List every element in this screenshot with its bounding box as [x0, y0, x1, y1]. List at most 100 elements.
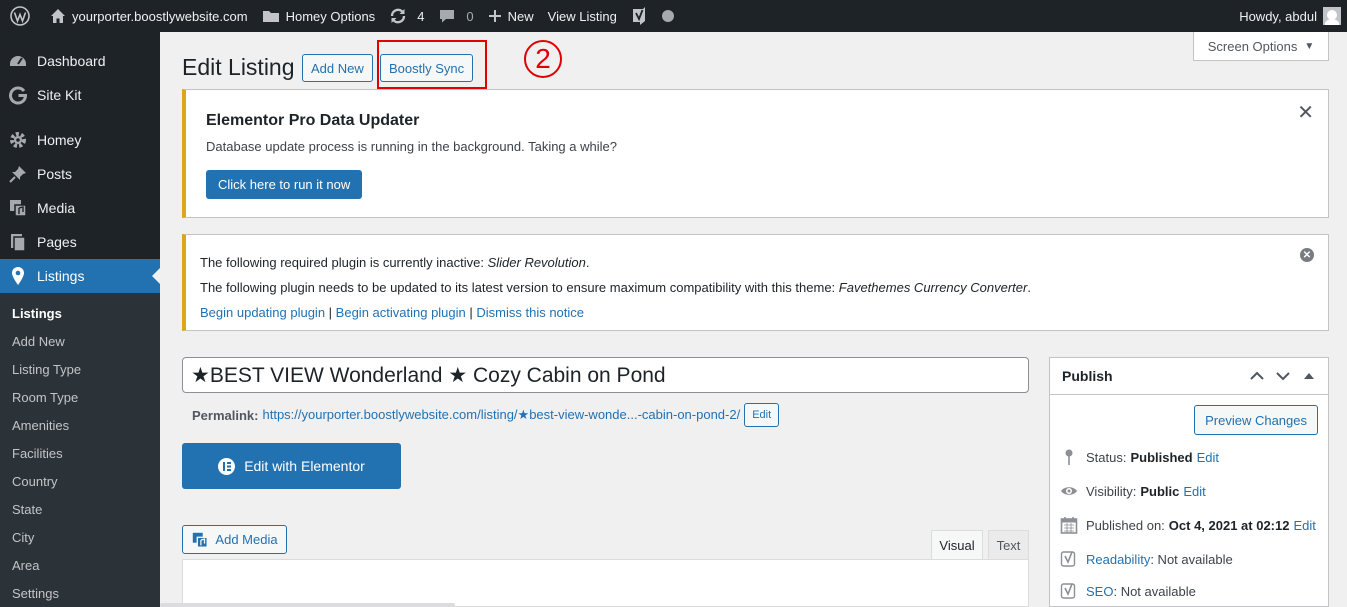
sidebar-item-homey[interactable]: Homey	[0, 123, 160, 157]
step-number-badge: 2	[524, 40, 562, 78]
caret-down-icon: ▼	[1304, 40, 1315, 52]
listings-submenu: Listings Add New Listing Type Room Type …	[0, 293, 160, 607]
submenu-item-listings[interactable]: Listings	[0, 300, 160, 328]
yoast-icon	[1060, 551, 1076, 567]
media-icon	[10, 200, 27, 217]
media-icon	[193, 532, 209, 548]
screen-options-button[interactable]: Screen Options ▼	[1193, 32, 1329, 61]
page-title: Edit Listing	[182, 54, 295, 80]
submenu-item-area[interactable]: Area	[0, 552, 160, 580]
elementor-logo-icon	[218, 457, 236, 475]
permalink-edit-button[interactable]: Edit	[744, 403, 780, 427]
user-greeting: Howdy, abdul	[1239, 8, 1317, 24]
permalink-label: Permalink:	[192, 407, 259, 423]
gear-icon	[10, 132, 26, 148]
plus-icon	[488, 10, 501, 22]
calendar-icon	[1060, 517, 1078, 534]
yoast-icon	[1060, 583, 1076, 599]
seo-link[interactable]: SEO	[1086, 584, 1113, 599]
avatar	[1323, 7, 1341, 25]
notice-title: Elementor Pro Data Updater	[206, 112, 420, 129]
readability-row: Readability: Not available	[1060, 550, 1233, 568]
add-new-button[interactable]: Add New	[302, 54, 373, 82]
notice-line-update: The following plugin needs to be updated…	[200, 280, 1031, 295]
sidebar-item-posts[interactable]: Posts	[0, 157, 160, 191]
refresh-icon	[390, 8, 406, 24]
edit-date-link[interactable]: Edit	[1293, 518, 1315, 533]
pin-icon	[1065, 449, 1073, 465]
admin-sidebar: Dashboard Site Kit Homey Posts Media Pag…	[0, 32, 160, 607]
permalink: Permalink: https://yourporter.boostlyweb…	[192, 403, 780, 427]
dismiss-notice-link[interactable]: Dismiss this notice	[476, 305, 584, 320]
submenu-item-settings[interactable]: Settings	[0, 580, 160, 607]
status-row: Status: Published Edit	[1060, 448, 1219, 466]
comment-icon	[440, 10, 455, 23]
run-update-button[interactable]: Click here to run it now	[206, 170, 363, 199]
site-name-link[interactable]: yourporter.boostlywebsite.com	[43, 0, 255, 32]
readability-link[interactable]: Readability	[1086, 552, 1150, 567]
content-editor[interactable]	[182, 559, 1029, 607]
folder-icon	[262, 11, 279, 22]
published-on-row: Published on: Oct 4, 2021 at 02:12 Edit	[1060, 516, 1316, 534]
dashboard-icon	[10, 56, 26, 66]
google-g-icon	[9, 86, 28, 105]
preview-changes-button[interactable]: Preview Changes	[1194, 405, 1318, 435]
submenu-item-city[interactable]: City	[0, 524, 160, 552]
sidebar-item-pages[interactable]: Pages	[0, 225, 160, 259]
post-title-input[interactable]: ★BEST VIEW Wonderland ★ Cozy Cabin on Po…	[182, 357, 1029, 393]
seo-status-dot-icon	[660, 0, 681, 32]
submenu-item-state[interactable]: State	[0, 496, 160, 524]
close-icon[interactable]: ✕	[1297, 100, 1314, 125]
publish-box-header: Publish	[1050, 358, 1328, 395]
submenu-item-listing-type[interactable]: Listing Type	[0, 356, 160, 384]
notice-line-inactive: The following required plugin is current…	[200, 255, 590, 270]
sidebar-item-dashboard[interactable]: Dashboard	[0, 44, 160, 78]
elementor-update-notice: Elementor Pro Data Updater Database upda…	[182, 89, 1329, 218]
begin-updating-link[interactable]: Begin updating plugin	[200, 305, 325, 320]
sidebar-item-media[interactable]: Media	[0, 191, 160, 225]
publish-box: Publish Preview Changes Status: Published…	[1049, 357, 1329, 607]
begin-activating-link[interactable]: Begin activating plugin	[336, 305, 466, 320]
submenu-item-room-type[interactable]: Room Type	[0, 384, 160, 412]
pages-icon	[11, 234, 26, 252]
site-name: yourporter.boostlywebsite.com	[72, 8, 248, 24]
add-media-button[interactable]: Add Media	[182, 525, 287, 554]
location-icon	[12, 267, 24, 285]
dismiss-x-icon[interactable]: ✕	[1300, 248, 1314, 262]
move-down-icon[interactable]	[1270, 366, 1296, 386]
horizontal-scrollbar[interactable]	[160, 603, 455, 607]
move-up-icon[interactable]	[1244, 366, 1270, 386]
updates-count: 4	[417, 8, 425, 24]
view-listing-link[interactable]: View Listing	[541, 0, 624, 32]
pin-icon	[9, 166, 26, 183]
visibility-row: Visibility: Public Edit	[1060, 482, 1206, 500]
admin-bar: yourporter.boostlywebsite.com Homey Opti…	[0, 0, 1347, 32]
home-icon	[51, 9, 65, 23]
notice-actions: Begin updating plugin | Begin activating…	[200, 305, 585, 320]
submenu-item-add-new[interactable]: Add New	[0, 328, 160, 356]
edit-visibility-link[interactable]: Edit	[1183, 484, 1205, 499]
sidebar-item-listings[interactable]: Listings	[0, 259, 160, 293]
plugin-notice: The following required plugin is current…	[182, 234, 1329, 331]
permalink-url[interactable]: https://yourporter.boostlywebsite.com/li…	[262, 407, 740, 423]
edit-with-elementor-button[interactable]: Edit with Elementor	[182, 443, 401, 489]
submenu-item-country[interactable]: Country	[0, 468, 160, 496]
wordpress-logo-icon[interactable]	[0, 0, 43, 32]
submenu-item-amenities[interactable]: Amenities	[0, 412, 160, 440]
tab-text[interactable]: Text	[988, 530, 1029, 560]
highlight-annotation-box	[377, 40, 487, 89]
eye-icon	[1061, 487, 1077, 495]
yoast-icon[interactable]	[624, 0, 660, 32]
submenu-item-facilities[interactable]: Facilities	[0, 440, 160, 468]
theme-options-link[interactable]: Homey Options	[255, 0, 383, 32]
new-content-link[interactable]: New	[481, 0, 541, 32]
updates-link[interactable]: 4	[382, 0, 431, 32]
tab-visual[interactable]: Visual	[931, 530, 983, 560]
collapse-toggle-icon[interactable]	[1296, 366, 1322, 386]
seo-row: SEO: Not available	[1060, 582, 1196, 600]
sidebar-item-site-kit[interactable]: Site Kit	[0, 78, 160, 112]
edit-status-link[interactable]: Edit	[1197, 450, 1219, 465]
comments-link[interactable]: 0	[431, 0, 480, 32]
user-account-link[interactable]: Howdy, abdul	[1232, 0, 1347, 32]
comments-count: 0	[466, 8, 474, 24]
